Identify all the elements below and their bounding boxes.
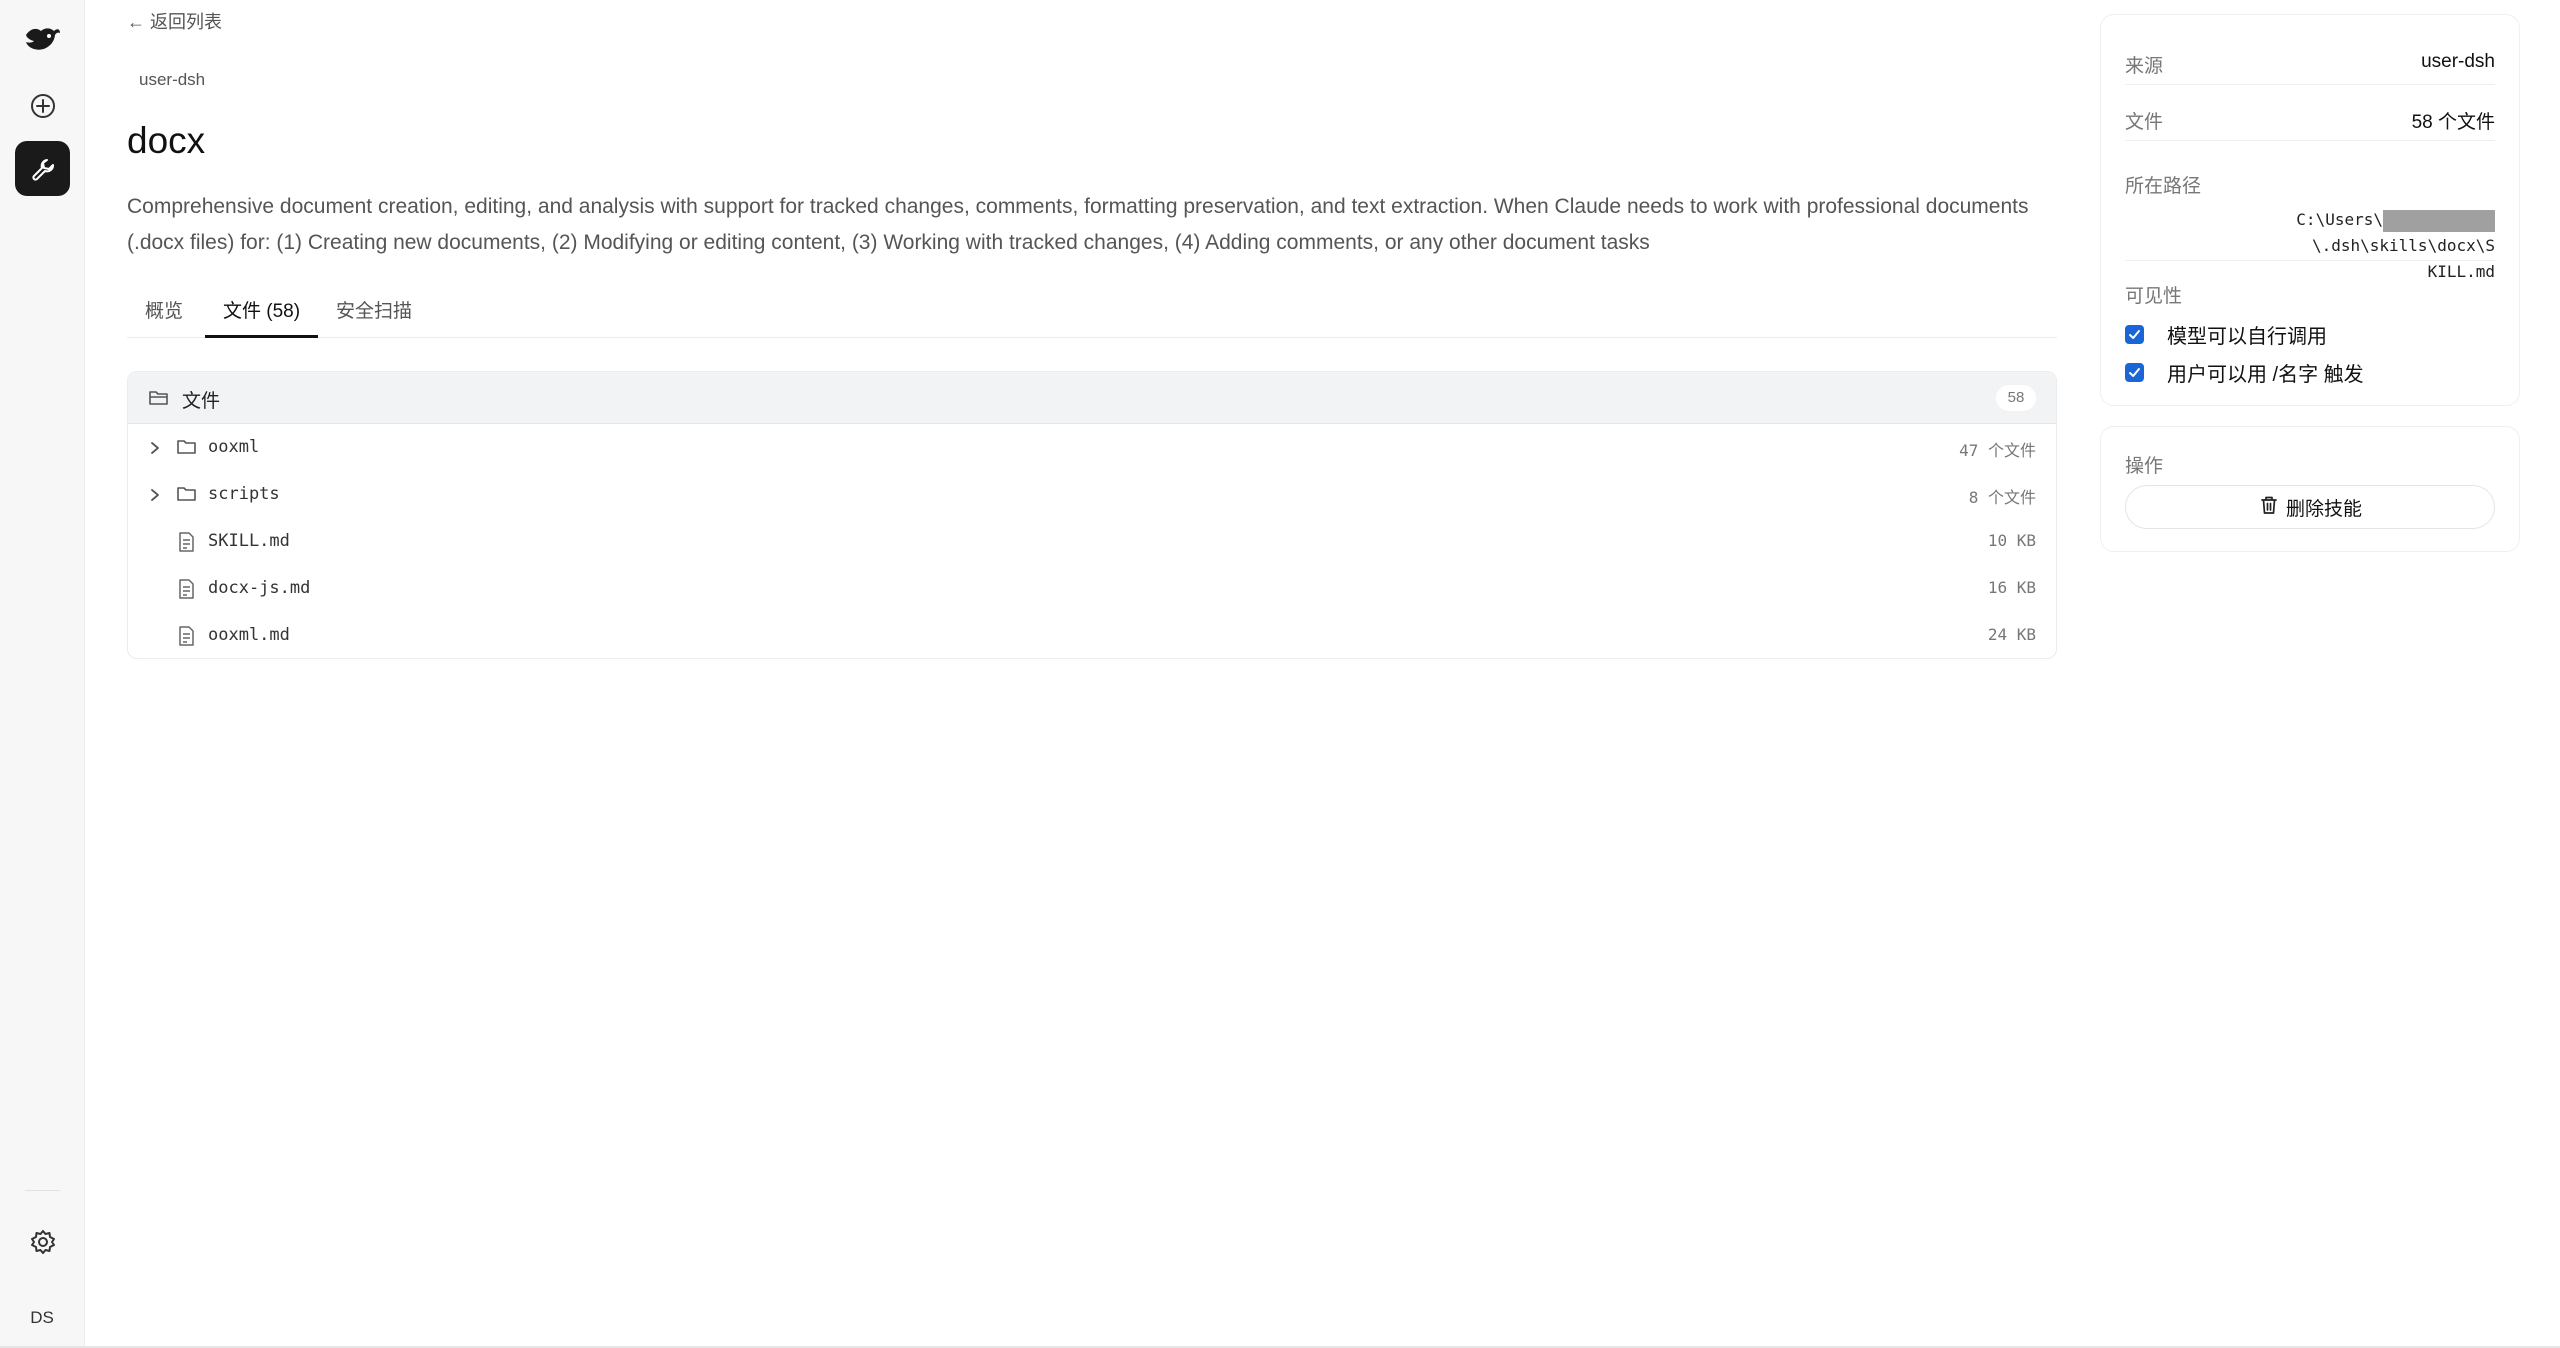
file-tree-row-meta: 24 KB: [1987, 625, 2036, 644]
info-row-files: 文件 58 个文件: [2125, 85, 2495, 141]
info-label-files: 文件: [2125, 112, 2164, 133]
folder-icon: [176, 484, 198, 509]
info-row-source: 来源 user-dsh: [2125, 29, 2495, 85]
trash-icon: [2258, 494, 2280, 521]
path-suffix-wrap: KILL.md: [2427, 262, 2495, 281]
file-tree-row-file[interactable]: ooxml.md 24 KB: [128, 612, 2056, 658]
checkbox-user-slash-trigger[interactable]: 用户可以用 /名字 触发: [2125, 358, 2364, 387]
file-tree-row-file[interactable]: SKILL.md 10 KB: [128, 518, 2056, 565]
chevron-right-icon[interactable]: [148, 487, 162, 508]
info-row-path: 所在路径 C:\Users\ \.dsh\skills\docx\S KILL.md: [2125, 151, 2495, 281]
file-tree-row-meta: 16 KB: [1987, 578, 2036, 597]
tab-bar: 概览 文件 (58) 安全扫描: [127, 290, 2057, 338]
left-rail: DS: [0, 0, 85, 1348]
info-value-source: user-dsh: [2421, 51, 2495, 72]
file-text-icon: [176, 531, 196, 558]
chevron-right-icon[interactable]: [148, 440, 162, 461]
checkbox-model-invocable[interactable]: 模型可以自行调用: [2125, 320, 2327, 349]
info-label-path: 所在路径: [2125, 176, 2202, 197]
info-value-path[interactable]: C:\Users\ \.dsh\skills\docx\S KILL.md: [2133, 207, 2495, 285]
file-tree-row-name: ooxml.md: [208, 625, 290, 645]
file-tree-header-label: 文件: [182, 391, 221, 412]
file-tree-header: 文件 58: [128, 372, 2056, 424]
file-tree-row-folder[interactable]: ooxml 47 个文件: [128, 424, 2056, 471]
rail-divider: [25, 1190, 60, 1191]
file-text-icon: [176, 625, 196, 652]
file-tree-row-name: docx-js.md: [208, 578, 311, 598]
folder-icon: [176, 437, 198, 462]
redacted-username: [2383, 209, 2495, 232]
tab-files[interactable]: 文件 (58): [205, 296, 319, 338]
skills-wrench-icon[interactable]: [15, 141, 70, 196]
delete-skill-label: 删除技能: [2285, 498, 2362, 520]
info-value-files: 58 个文件: [2411, 112, 2495, 133]
whale-logo-icon[interactable]: [15, 12, 70, 67]
actions-label: 操作: [2125, 456, 2164, 477]
file-tree-row-meta: 10 KB: [1987, 531, 2036, 550]
visibility-label: 可见性: [2125, 286, 2183, 307]
file-tree-row-meta: 47 个文件: [1959, 441, 2036, 460]
user-avatar[interactable]: DS: [20, 1296, 64, 1340]
settings-gear-icon[interactable]: [15, 1214, 70, 1269]
file-tree-row-name: SKILL.md: [208, 531, 290, 551]
file-text-icon: [176, 578, 196, 605]
checkbox-label: 模型可以自行调用: [2167, 326, 2327, 348]
folder-open-icon: [148, 388, 170, 413]
checkbox-label: 用户可以用 /名字 触发: [2167, 364, 2364, 386]
new-chat-icon[interactable]: [15, 78, 70, 133]
skill-info-card: 来源 user-dsh 文件 58 个文件 所在路径 C:\Users\ \.ds…: [2100, 14, 2520, 406]
path-prefix: C:\Users\: [2296, 210, 2383, 229]
file-tree-row-meta: 8 个文件: [1968, 488, 2036, 507]
back-to-list-link[interactable]: ← 返回列表: [127, 8, 222, 34]
file-tree-row-name: scripts: [208, 484, 280, 504]
file-tree-row-folder[interactable]: scripts 8 个文件: [128, 471, 2056, 518]
info-label-source: 来源: [2125, 56, 2164, 77]
checkbox-checked-icon[interactable]: [2125, 325, 2144, 344]
tab-overview[interactable]: 概览: [145, 296, 183, 335]
file-tree-row-file[interactable]: docx-js.md 16 KB: [128, 565, 2056, 612]
skill-description: Comprehensive document creation, editing…: [127, 195, 2029, 254]
skill-actions-card: 操作 删除技能: [2100, 426, 2520, 552]
file-tree-panel: 文件 58 ooxml 47 个文件 scripts 8 个文件 SKILL.m…: [127, 371, 2057, 659]
file-tree-row-name: ooxml: [208, 437, 260, 457]
file-count-badge: 58: [1996, 385, 2036, 411]
skill-source-tag: user-dsh: [139, 70, 206, 89]
tab-security-scan[interactable]: 安全扫描: [336, 296, 412, 335]
checkbox-checked-icon[interactable]: [2125, 363, 2144, 382]
delete-skill-button[interactable]: 删除技能: [2125, 485, 2495, 529]
page-title: docx: [127, 120, 206, 161]
path-suffix: \.dsh\skills\docx\S: [2311, 236, 2495, 255]
